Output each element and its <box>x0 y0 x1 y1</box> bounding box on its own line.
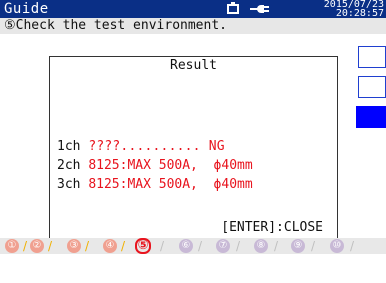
step-6: ⑥ <box>179 239 193 253</box>
step-3: ③ <box>67 239 81 253</box>
ac-power-plug-icon <box>250 4 270 14</box>
background-field-2 <box>358 76 386 98</box>
screen-title: Guide <box>4 1 49 17</box>
step-separator: / <box>85 239 90 253</box>
step-separator: / <box>236 239 241 253</box>
channel-result: 8125:MAX 500A, ϕ40mm <box>88 158 253 173</box>
dialog-title: Result <box>170 58 217 73</box>
channel-result: 8125:MAX 500A, ϕ40mm <box>88 177 253 192</box>
step-separator: / <box>274 239 279 253</box>
channel-label: 2ch <box>57 158 81 173</box>
step-separator: / <box>350 239 355 253</box>
step-separator: / <box>23 239 28 253</box>
background-field-1 <box>358 46 386 68</box>
time-text: 20:28:57 <box>335 8 384 19</box>
step-4: ④ <box>103 239 117 253</box>
result-dialog: Result 1ch ????.......... NG 2ch 8125:MA… <box>49 56 338 240</box>
close-button[interactable]: [ENTER]:CLOSE <box>221 220 323 236</box>
step-8: ⑧ <box>254 239 268 253</box>
step-5-current: ⑤ <box>135 238 151 254</box>
step-separator: / <box>121 239 126 253</box>
step-separator: / <box>198 239 203 253</box>
result-row-1ch: 1ch ????.......... NG <box>57 139 225 155</box>
step-separator: / <box>311 239 316 253</box>
channel-result: ????.......... <box>88 139 201 154</box>
step-progress-bar: ① / ② / ③ / ④ / ⑤ / ⑥ / ⑦ / ⑧ / ⑨ / ⑩ / <box>0 238 386 254</box>
result-row-2ch: 2ch 8125:MAX 500A, ϕ40mm <box>57 158 253 174</box>
device-screen: Guide 2015/07/23 20:28:57 ⑤Check the tes… <box>0 0 386 283</box>
channel-label: 3ch <box>57 177 81 192</box>
bottom-area <box>0 254 386 283</box>
result-row-3ch: 3ch 8125:MAX 500A, ϕ40mm <box>57 177 253 193</box>
step-separator: / <box>48 239 53 253</box>
step-2: ② <box>30 239 44 253</box>
step-1: ① <box>5 239 19 253</box>
instruction-text: ⑤Check the test environment. <box>0 18 386 34</box>
step-9: ⑨ <box>291 239 305 253</box>
channel-label: 1ch <box>57 139 81 154</box>
background-field-selected <box>356 106 386 128</box>
step-10: ⑩ <box>330 239 344 253</box>
step-7: ⑦ <box>216 239 230 253</box>
ng-status: NG <box>200 139 225 154</box>
battery-icon <box>227 2 239 14</box>
step-separator: / <box>160 239 165 253</box>
title-bar: Guide 2015/07/23 20:28:57 <box>0 0 386 19</box>
date-time: 2015/07/23 20:28:57 <box>290 0 384 19</box>
